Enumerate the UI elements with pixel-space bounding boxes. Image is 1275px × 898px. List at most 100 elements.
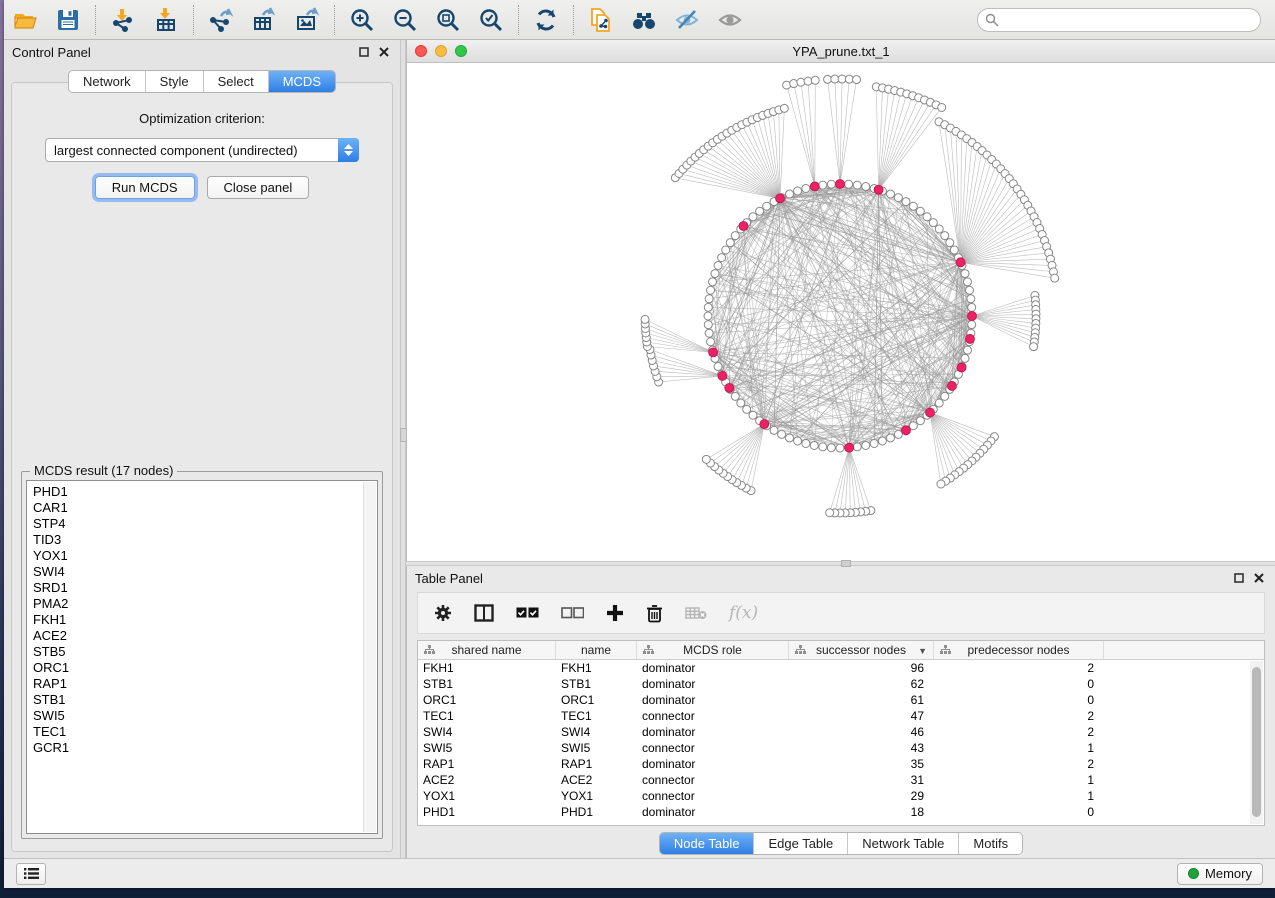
open-file-icon[interactable] [12,7,38,33]
splitter-grip[interactable] [400,428,407,442]
column-header-shared-name[interactable]: shared name [418,641,556,659]
optimization-criterion-select[interactable]: largest connected component (undirected) [45,138,359,162]
result-node[interactable]: SRD1 [33,580,377,596]
result-node[interactable]: ORC1 [33,660,377,676]
zoom-fit-icon[interactable] [435,7,461,33]
network-canvas[interactable] [407,63,1275,561]
result-node[interactable]: YOX1 [33,548,377,564]
show-eye-icon[interactable] [717,7,743,33]
network-window-titlebar[interactable]: YPA_prune.txt_1 [407,40,1275,63]
column-header-predecessor-nodes[interactable]: predecessor nodes [934,641,1104,659]
memory-label: Memory [1205,866,1252,881]
close-panel-icon[interactable] [1251,570,1267,586]
zoom-selected-icon[interactable] [478,7,504,33]
tab-style[interactable]: Style [146,71,204,92]
cell: SWI4 [418,724,556,740]
cell: connector [637,740,789,756]
select-all-checks-icon[interactable] [516,607,539,619]
result-node[interactable]: CAR1 [33,500,377,516]
result-node[interactable]: STP4 [33,516,377,532]
mcds-result-list[interactable]: PHD1CAR1STP4TID3YOX1SWI4SRD1PMA2FKH1ACE2… [26,480,378,834]
cell: connector [637,708,789,724]
horizontal-splitter[interactable] [406,561,1275,566]
run-mcds-button[interactable]: Run MCDS [95,176,195,199]
result-node[interactable]: GCR1 [33,740,377,756]
table-row[interactable]: STB1STB1dominator620 [418,676,1264,692]
cell: 29 [789,788,934,804]
column-header-name[interactable]: name [556,641,637,659]
import-table-icon[interactable] [153,7,179,33]
table-scrollbar[interactable] [1250,661,1263,824]
cell: 43 [789,740,934,756]
zoom-out-icon[interactable] [392,7,418,33]
result-node[interactable]: SWI5 [33,708,377,724]
splitter-grip[interactable] [841,560,851,567]
result-node[interactable]: PHD1 [33,484,377,500]
column-header-successor-nodes[interactable]: successor nodes▼ [789,641,934,659]
cell: PHD1 [418,804,556,820]
column-header-MCDS-role[interactable]: MCDS role [637,641,789,659]
vertical-splitter[interactable] [400,40,406,858]
table-row[interactable]: TEC1TEC1connector472 [418,708,1264,724]
refresh-icon[interactable] [533,7,559,33]
columns-icon[interactable] [474,604,494,622]
table-row[interactable]: RAP1RAP1dominator352 [418,756,1264,772]
tab-network-table[interactable]: Network Table [848,833,959,854]
close-panel-icon[interactable] [376,44,392,60]
tab-network[interactable]: Network [69,71,146,92]
cell: TEC1 [418,708,556,724]
memory-button[interactable]: Memory [1177,863,1263,885]
result-node[interactable]: FKH1 [33,612,377,628]
binoculars-icon[interactable] [631,7,657,33]
export-image-icon[interactable] [294,7,320,33]
tab-motifs[interactable]: Motifs [959,833,1022,854]
gear-icon[interactable] [434,604,452,622]
result-list-scrollbar[interactable] [363,482,376,832]
export-table-icon[interactable] [251,7,277,33]
float-panel-icon[interactable] [1231,570,1247,586]
cell: 46 [789,724,934,740]
close-panel-button[interactable]: Close panel [207,176,310,199]
save-session-icon[interactable] [55,7,81,33]
table-panel-title: Table Panel [415,571,483,586]
main-toolbar [4,0,1275,40]
table-row[interactable]: SWI4SWI4dominator462 [418,724,1264,740]
table-row[interactable]: ACE2ACE2connector311 [418,772,1264,788]
result-node[interactable]: TID3 [33,532,377,548]
result-node[interactable]: STB5 [33,644,377,660]
table-row[interactable]: ORC1ORC1dominator610 [418,692,1264,708]
result-node[interactable]: ACE2 [33,628,377,644]
tab-node-table[interactable]: Node Table [660,833,755,854]
hide-selected-eye-icon[interactable] [674,7,700,33]
cell: 2 [934,756,1104,772]
result-node[interactable]: SWI4 [33,564,377,580]
tab-edge-table[interactable]: Edge Table [754,833,848,854]
add-column-icon[interactable] [606,604,624,622]
cell: YOX1 [418,788,556,804]
mcds-result-group: MCDS result (17 nodes) PHD1CAR1STP4TID3Y… [21,471,383,839]
delete-column-trash-icon[interactable] [646,604,663,623]
node-table[interactable]: shared namenameMCDS rolesuccessor nodes▼… [417,640,1265,826]
table-panel-tabs: Node TableEdge TableNetwork TableMotifs [659,832,1023,855]
table-row[interactable]: SWI5SWI5connector431 [418,740,1264,756]
table-row[interactable]: FKH1FKH1dominator962 [418,660,1264,676]
clone-network-icon[interactable] [588,7,614,33]
panel-menu-button[interactable] [16,863,46,885]
tab-mcds[interactable]: MCDS [269,71,335,92]
deselect-checks-icon[interactable] [561,607,584,619]
result-node[interactable]: STB1 [33,692,377,708]
cell: 47 [789,708,934,724]
import-network-icon[interactable] [110,7,136,33]
result-node[interactable]: PMA2 [33,596,377,612]
search-input[interactable] [977,8,1261,32]
table-row[interactable]: PHD1PHD1dominator180 [418,804,1264,820]
result-node[interactable]: TEC1 [33,724,377,740]
tab-select[interactable]: Select [204,71,269,92]
export-network-icon[interactable] [208,7,234,33]
result-node[interactable]: RAP1 [33,676,377,692]
scrollbar-thumb[interactable] [1252,667,1261,817]
float-panel-icon[interactable] [356,44,372,60]
zoom-in-icon[interactable] [349,7,375,33]
cytoscape-window: Control Panel NetworkStyleSelectMCDS Opt… [4,0,1275,888]
table-row[interactable]: YOX1YOX1connector291 [418,788,1264,804]
